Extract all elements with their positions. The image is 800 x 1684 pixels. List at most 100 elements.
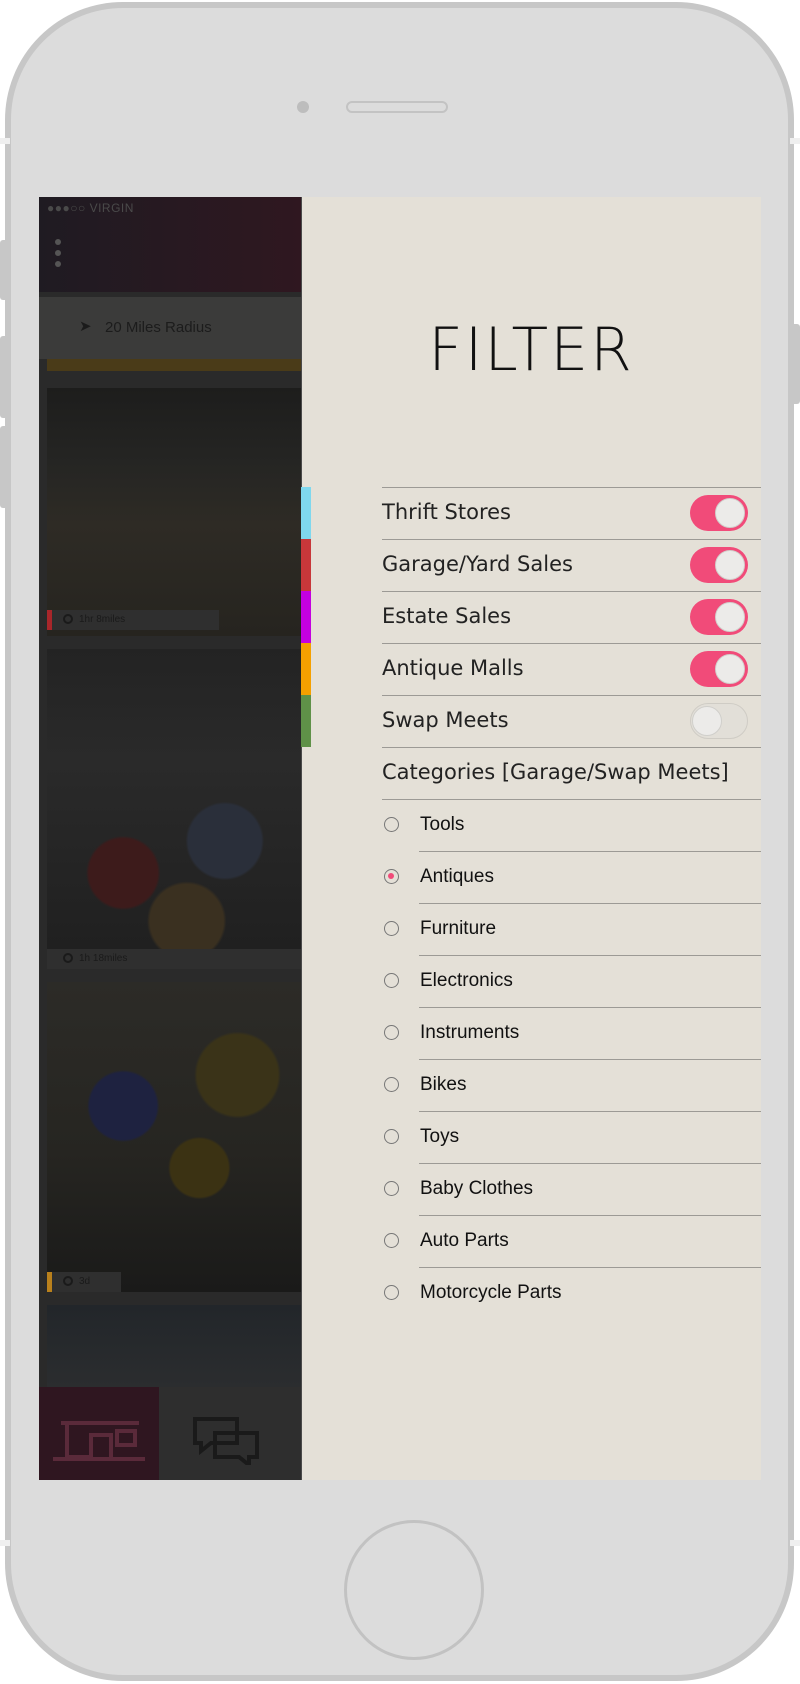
antenna-band (0, 138, 10, 144)
filter-row-thrift-stores[interactable]: Thrift Stores (382, 487, 761, 539)
clock-icon (63, 614, 73, 624)
category-label: Tools (420, 814, 465, 835)
category-option-antiques[interactable]: Antiques (384, 851, 761, 903)
antenna-band (790, 138, 800, 144)
antenna-band (790, 1540, 800, 1546)
category-label: Furniture (420, 918, 497, 939)
clock-icon (63, 1276, 73, 1286)
category-option-motorcycle-parts[interactable]: Motorcycle Parts (384, 1267, 761, 1319)
listing-meta: 3d (47, 1272, 121, 1292)
tab-bar (39, 1387, 301, 1480)
toggle-knob (715, 654, 745, 684)
radio-button[interactable] (384, 1077, 399, 1092)
antique-malls-color-strip (301, 643, 311, 695)
home-button[interactable] (344, 1520, 484, 1660)
garage-yard-sales-toggle[interactable] (690, 547, 748, 583)
filter-row-swap-meets[interactable]: Swap Meets (382, 695, 761, 747)
estate-sales-toggle[interactable] (690, 599, 748, 635)
store-icon (53, 1421, 145, 1461)
card-edge (47, 359, 301, 371)
listing-photo (47, 388, 301, 636)
tab-chat[interactable] (159, 1387, 301, 1480)
menu-dots-icon[interactable] (55, 239, 61, 272)
chat-bubbles-icon (193, 1417, 259, 1465)
listing-meta: 1h 18miles (47, 949, 301, 969)
category-option-tools[interactable]: Tools (384, 799, 761, 851)
status-bar: ●●●○○ VIRGIN (47, 201, 134, 215)
listing-accent (47, 1272, 52, 1292)
category-option-electronics[interactable]: Electronics (384, 955, 761, 1007)
thrift-stores-color-strip (301, 487, 311, 539)
listing-meta-text: 1hr 8miles (79, 614, 126, 625)
category-label: Bikes (420, 1074, 467, 1095)
top-bar: ●●●○○ VIRGIN (39, 197, 301, 292)
tab-home[interactable] (39, 1387, 159, 1480)
radio-button[interactable] (384, 921, 399, 936)
radio-button[interactable] (384, 1025, 399, 1040)
volume-down-button (0, 426, 8, 508)
background-app: ●●●○○ VIRGIN ➤ 20 Miles Radius 1hr 8mile… (39, 197, 301, 1480)
page-title: FILTER (428, 315, 634, 385)
thrift-stores-toggle[interactable] (690, 495, 748, 531)
antenna-band (0, 1540, 10, 1546)
filter-row-garage-yard-sales[interactable]: Garage/Yard Sales (382, 539, 761, 591)
category-option-bikes[interactable]: Bikes (384, 1059, 761, 1111)
garage-yard-sales-color-strip (301, 539, 311, 591)
listing-card[interactable] (47, 1305, 301, 1387)
category-label: Motorcycle Parts (420, 1282, 562, 1303)
listing-photo (47, 1305, 301, 1387)
category-label: Electronics (420, 970, 513, 991)
filter-row-antique-malls[interactable]: Antique Malls (382, 643, 761, 695)
radio-button[interactable] (384, 1285, 399, 1300)
categories-header-label: Categories [Garage/Swap Meets] (382, 760, 729, 784)
filter-label: Swap Meets (382, 708, 509, 732)
listing-card[interactable]: 3d (47, 982, 301, 1292)
filter-row-estate-sales[interactable]: Estate Sales (382, 591, 761, 643)
listing-meta-text: 1h 18miles (79, 953, 128, 964)
listing-meta-text: 3d (79, 1276, 91, 1287)
category-option-toys[interactable]: Toys (384, 1111, 761, 1163)
radio-button[interactable] (384, 1129, 399, 1144)
mute-switch (0, 240, 8, 300)
swap-meets-toggle[interactable] (690, 703, 748, 739)
radius-bar[interactable]: ➤ 20 Miles Radius (39, 297, 301, 359)
clock-icon (63, 953, 73, 963)
radius-label: 20 Miles Radius (105, 319, 212, 336)
estate-sales-color-strip (301, 591, 311, 643)
filter-label: Estate Sales (382, 604, 512, 628)
radio-button[interactable] (384, 1181, 399, 1196)
filter-label: Thrift Stores (382, 500, 511, 524)
listing-meta: 1hr 8miles (47, 610, 219, 630)
radio-button[interactable] (384, 817, 399, 832)
category-label: Toys (420, 1126, 460, 1147)
category-label: Antiques (420, 866, 494, 887)
screen: ●●●○○ VIRGIN ➤ 20 Miles Radius 1hr 8mile… (39, 197, 761, 1480)
category-option-furniture[interactable]: Furniture (384, 903, 761, 955)
front-camera (297, 101, 309, 113)
radio-button[interactable] (384, 973, 399, 988)
toggle-knob (715, 602, 745, 632)
listing-card[interactable]: 1hr 8miles (47, 388, 301, 636)
listing-photo (47, 649, 301, 969)
categories-header: Categories [Garage/Swap Meets] (382, 747, 761, 799)
navigation-arrow-icon: ➤ (79, 318, 92, 335)
toggle-knob (715, 550, 745, 580)
listing-accent (47, 610, 52, 630)
swap-meets-color-strip (301, 695, 311, 747)
panel-divider (301, 197, 302, 1480)
power-button (792, 324, 800, 404)
filter-label: Antique Malls (382, 656, 524, 680)
category-label: Auto Parts (420, 1230, 509, 1251)
listing-card[interactable]: 1h 18miles (47, 649, 301, 969)
category-label: Baby Clothes (420, 1178, 534, 1199)
listing-photo (47, 982, 301, 1292)
earpiece-speaker (346, 101, 448, 113)
category-option-instruments[interactable]: Instruments (384, 1007, 761, 1059)
radio-button-selected[interactable] (384, 869, 399, 884)
toggle-knob (692, 706, 722, 736)
category-label: Instruments (420, 1022, 520, 1043)
category-option-auto-parts[interactable]: Auto Parts (384, 1215, 761, 1267)
radio-button[interactable] (384, 1233, 399, 1248)
category-option-baby-clothes[interactable]: Baby Clothes (384, 1163, 761, 1215)
antique-malls-toggle[interactable] (690, 651, 748, 687)
